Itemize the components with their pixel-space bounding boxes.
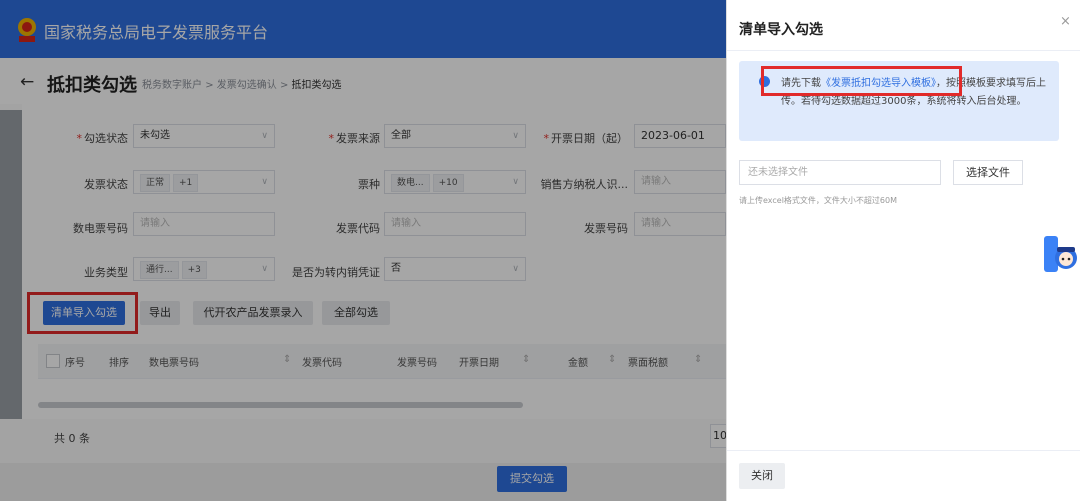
- import-drawer: 清单导入勾选 × 请先下载《发票抵扣勾选导入模板》，按照模板要求填写后上传。若待…: [726, 0, 1080, 501]
- close-icon[interactable]: ×: [1060, 14, 1071, 29]
- drawer-divider: [727, 50, 1080, 51]
- assistant-mascot-icon[interactable]: [1044, 232, 1078, 274]
- upload-hint: 请上传excel格式文件，文件大小不超过60M: [739, 196, 897, 205]
- modal-mask[interactable]: [0, 0, 726, 501]
- drawer-title: 清单导入勾选: [739, 22, 823, 38]
- drawer-divider: [727, 450, 1080, 451]
- file-name-input[interactable]: 还未选择文件: [739, 160, 941, 185]
- close-button[interactable]: 关闭: [739, 463, 785, 489]
- choose-file-button[interactable]: 选择文件: [953, 160, 1023, 185]
- background-page: 国家税务总局电子发票服务平台 ← 抵扣类勾选 税务数字账户 > 发票勾选确认 >…: [0, 0, 726, 501]
- highlight-box: [761, 66, 962, 96]
